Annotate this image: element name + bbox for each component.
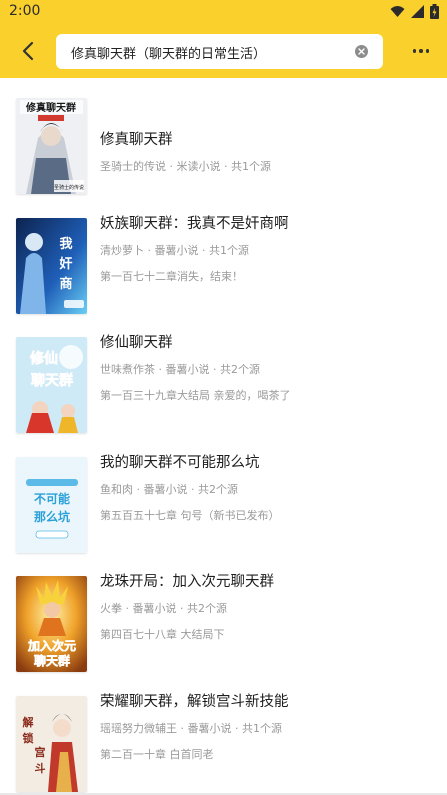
svg-text:不可能: 不可能 xyxy=(34,491,70,506)
search-input[interactable]: 修真聊天群（聊天群的日常生活） xyxy=(56,34,383,69)
book-latest-chapter: 第四百七十八章 大结局下 xyxy=(100,628,225,641)
svg-text:那么坑: 那么坑 xyxy=(34,509,70,524)
book-item[interactable]: 解 锁 宫 斗 荣耀聊天群，解锁宫斗新技能 瑶瑶努力微辅王 · 番薯小说 · 共… xyxy=(0,676,447,795)
cover-author: 圣骑士的传说 xyxy=(54,184,84,191)
book-title: 龙珠开局：加入次元聊天群 xyxy=(100,574,274,590)
book-cover: 修仙 聊天群 xyxy=(16,337,87,433)
signal-icon xyxy=(411,5,424,18)
back-arrow-icon xyxy=(22,41,34,61)
book-meta: 清炒萝卜 · 番薯小说 · 共1个源 xyxy=(100,243,249,257)
book-item[interactable]: 我 奸 商 妖族聊天群：我真不是奸商啊 清炒萝卜 · 番薯小说 · 共1个源 第… xyxy=(0,198,447,318)
book-cover: 不可能 那么坑 xyxy=(16,456,87,553)
book-item[interactable]: 修真聊天群 圣骑士的传说 修真聊天群 圣骑士的传说 · 米读小说 · 共1个源 xyxy=(0,78,447,198)
book-latest-chapter: 第一百三十九章大结局 亲爱的，喝茶了 xyxy=(100,389,291,402)
book-meta: 瑶瑶努力微辅王 · 番薯小说 · 共1个源 xyxy=(100,721,282,735)
svg-text:解: 解 xyxy=(23,715,34,729)
svg-text:我: 我 xyxy=(59,236,72,252)
book-title: 我的聊天群不可能那么坑 xyxy=(100,454,260,471)
more-dot-icon xyxy=(419,49,423,53)
search-results-list: 修真聊天群 圣骑士的传说 修真聊天群 圣骑士的传说 · 米读小说 · 共1个源 … xyxy=(0,78,447,795)
status-time: 2:00 xyxy=(9,3,41,19)
book-cover: 解 锁 宫 斗 xyxy=(16,695,87,792)
book-title: 荣耀聊天群，解锁宫斗新技能 xyxy=(100,693,289,710)
svg-text:宫: 宫 xyxy=(35,745,46,759)
book-latest-chapter: 第二百一十章 白首同老 xyxy=(100,747,214,761)
book-latest-chapter: 第一百七十二章消失，结束！ xyxy=(100,269,243,283)
book-cover: 我 奸 商 xyxy=(16,217,87,314)
battery-icon xyxy=(430,4,439,19)
cover-title: 修真聊天群 xyxy=(25,101,76,114)
book-title: 妖族聊天群：我真不是奸商啊 xyxy=(100,215,289,232)
book-item[interactable]: 加入次元 聊天群 龙珠开局：加入次元聊天群 火拳 · 番薯小说 · 共2个源 第… xyxy=(0,556,447,676)
book-meta: 世味煮作茶 · 番薯小说 · 共2个源 xyxy=(100,363,260,376)
more-dot-icon xyxy=(412,49,417,53)
book-meta: 火拳 · 番薯小说 · 共2个源 xyxy=(100,602,227,615)
more-options-button[interactable] xyxy=(409,39,433,63)
book-meta: 圣骑士的传说 · 米读小说 · 共1个源 xyxy=(100,160,271,173)
clear-search-button[interactable] xyxy=(355,45,368,58)
svg-text:锁: 锁 xyxy=(23,731,34,745)
app-bar: 修真聊天群（聊天群的日常生活） xyxy=(0,24,447,78)
svg-text:聊天群: 聊天群 xyxy=(31,372,73,389)
status-icons xyxy=(390,4,439,19)
svg-text:斗: 斗 xyxy=(35,762,46,775)
book-meta: 鱼和肉 · 番薯小说 · 共2个源 xyxy=(100,482,238,496)
book-cover: 加入次元 聊天群 xyxy=(16,576,87,672)
search-query-text: 修真聊天群（聊天群的日常生活） xyxy=(71,47,267,62)
book-title: 修仙聊天群 xyxy=(100,335,173,351)
book-title: 修真聊天群 xyxy=(100,132,173,148)
book-latest-chapter: 第五百五十七章 句号（新书已发布） xyxy=(100,508,280,522)
book-item[interactable]: 修仙 聊天群 修仙聊天群 世味煮作茶 · 番薯小说 · 共2个源 第一百三十九章… xyxy=(0,317,447,437)
svg-text:奸: 奸 xyxy=(58,256,72,272)
svg-text:聊天群: 聊天群 xyxy=(34,653,70,668)
back-button[interactable] xyxy=(12,35,44,67)
close-icon xyxy=(358,48,365,55)
status-bar: 2:00 xyxy=(0,0,447,24)
book-item[interactable]: 不可能 那么坑 我的聊天群不可能那么坑 鱼和肉 · 番薯小说 · 共2个源 第五… xyxy=(0,437,447,557)
wifi-icon xyxy=(390,6,405,17)
book-cover: 修真聊天群 圣骑士的传说 xyxy=(16,98,87,194)
svg-text:商: 商 xyxy=(59,276,72,292)
more-dot-icon xyxy=(425,49,430,53)
svg-text:修仙: 修仙 xyxy=(29,350,58,367)
svg-text:加入次元: 加入次元 xyxy=(27,638,76,653)
